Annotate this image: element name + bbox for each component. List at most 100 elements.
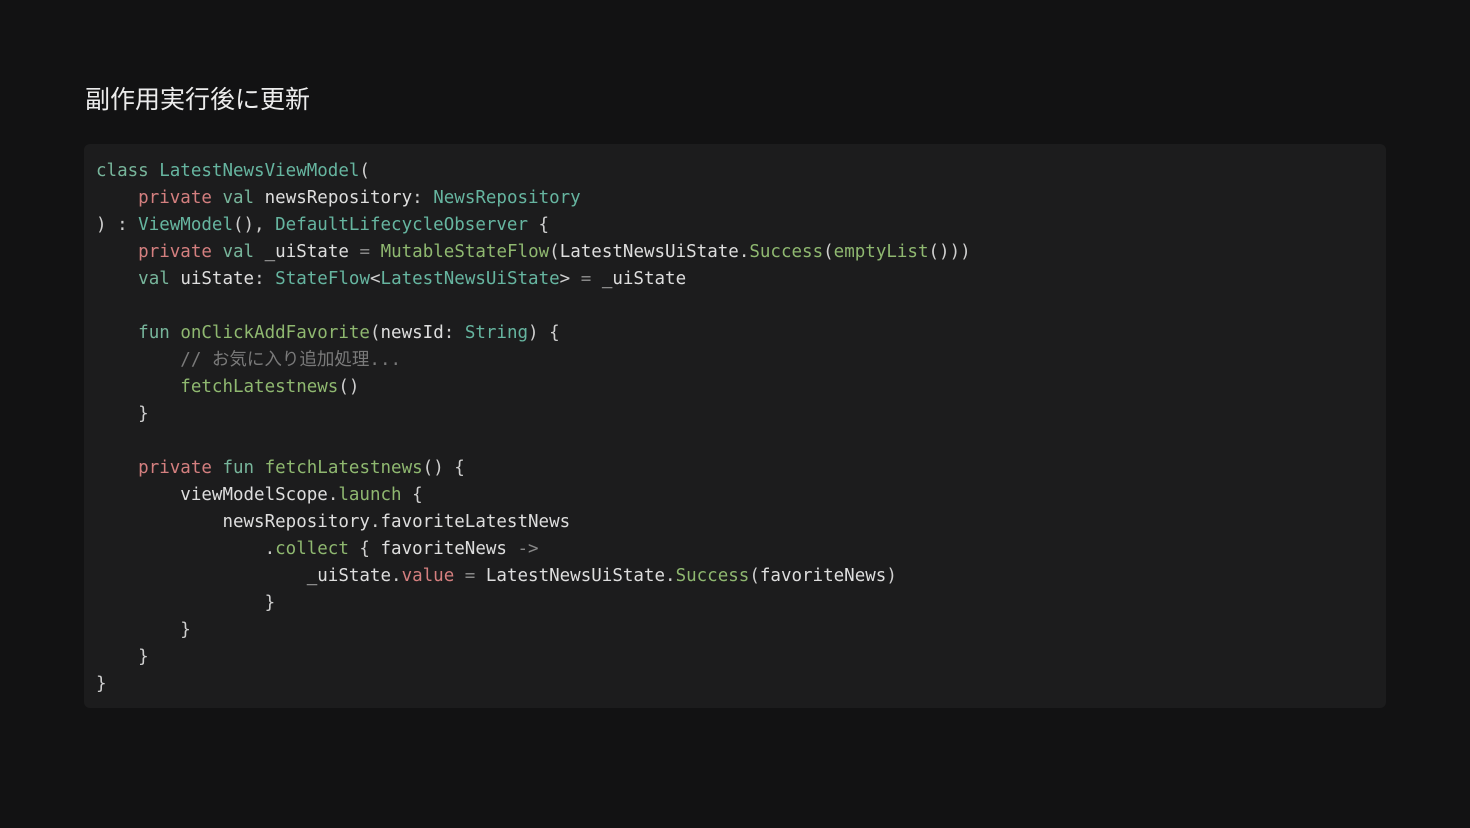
code-operator-token: = xyxy=(359,242,371,262)
code-punctuation-token: ( xyxy=(549,242,560,262)
code-type-token: StateFlow xyxy=(275,269,370,289)
code-function-token: emptyList xyxy=(833,242,929,262)
code-punctuation-token: { xyxy=(348,539,381,559)
code-type-token: ViewModel xyxy=(138,215,233,235)
slide-title: 副作用実行後に更新 xyxy=(85,85,311,114)
code-whitespace-token xyxy=(507,539,518,559)
code-whitespace-token xyxy=(96,269,138,289)
code-line: private val _uiState = MutableStateFlow(… xyxy=(96,239,1386,266)
code-whitespace-token xyxy=(254,242,265,262)
code-whitespace-token xyxy=(96,350,180,370)
code-punctuation-token: ( xyxy=(369,323,381,343)
code-operator-token: = xyxy=(464,566,476,586)
code-punctuation-token: ) xyxy=(886,566,897,586)
code-punctuation-token: : xyxy=(443,323,465,343)
code-line: newsRepository.favoriteLatestNews xyxy=(96,509,1386,536)
code-whitespace-token xyxy=(170,269,181,289)
code-whitespace-token xyxy=(254,458,265,478)
code-line: class LatestNewsViewModel( xyxy=(96,158,1386,185)
code-whitespace-token xyxy=(96,188,138,208)
code-punctuation-token: } xyxy=(264,593,276,613)
code-line: private fun fetchLatestnews() { xyxy=(96,455,1386,482)
code-line: } xyxy=(96,590,1386,617)
code-line: } xyxy=(96,617,1386,644)
code-whitespace-token xyxy=(96,566,307,586)
code-line: _uiState.value = LatestNewsUiState.Succe… xyxy=(96,563,1386,590)
code-function-token: onClickAddFavorite xyxy=(180,323,370,343)
code-keyword-token: private xyxy=(138,458,212,478)
code-keyword-token: fun xyxy=(222,458,255,478)
code-keyword-token: private xyxy=(138,242,212,262)
code-line: ) : ViewModel(), DefaultLifecycleObserve… xyxy=(96,212,1386,239)
code-line: // お気に入り追加処理... xyxy=(96,347,1386,374)
code-keyword-token: class xyxy=(96,161,149,181)
code-whitespace-token xyxy=(212,242,223,262)
code-whitespace-token xyxy=(370,242,381,262)
code-identifier-token: _uiState xyxy=(264,242,349,262)
code-function-token: Success xyxy=(675,566,750,586)
code-identifier-token: _uiState xyxy=(306,566,392,586)
code-function-token: fetchLatestnews xyxy=(180,377,339,397)
code-keyword-token: val xyxy=(138,269,170,289)
code-punctuation-token: . xyxy=(369,512,381,532)
code-keyword-token: val xyxy=(222,242,255,262)
code-identifier-token: viewModelScope xyxy=(180,485,328,505)
code-keyword-token: private xyxy=(138,188,212,208)
code-punctuation-token: . xyxy=(665,566,676,586)
code-punctuation-token: () xyxy=(338,377,360,397)
code-punctuation-token: : xyxy=(254,269,276,289)
code-whitespace-token xyxy=(96,593,265,613)
code-identifier-token: newsRepository xyxy=(222,512,370,532)
code-punctuation-token: . xyxy=(327,485,339,505)
code-identifier-token: _uiState xyxy=(601,269,687,289)
code-keyword-token: val xyxy=(222,188,255,208)
code-type-token: LatestNewsUiState xyxy=(380,269,560,289)
code-keyword-token: value xyxy=(401,566,455,586)
code-identifier-token: uiState xyxy=(180,269,255,289)
code-punctuation-token: { xyxy=(401,485,423,505)
code-punctuation-token: ) : xyxy=(96,215,139,235)
code-whitespace-token xyxy=(96,404,138,424)
code-line: fun onClickAddFavorite(newsId: String) { xyxy=(96,320,1386,347)
code-punctuation-token: < xyxy=(369,269,381,289)
code-block: class LatestNewsViewModel( private val n… xyxy=(84,144,1386,708)
code-whitespace-token xyxy=(96,458,138,478)
code-type-token: DefaultLifecycleObserver xyxy=(275,215,529,235)
code-whitespace-token xyxy=(96,242,138,262)
code-comment-token: // お気に入り追加処理... xyxy=(180,350,402,370)
code-line: fetchLatestnews() xyxy=(96,374,1386,401)
code-lines: class LatestNewsViewModel( private val n… xyxy=(96,158,1386,698)
code-whitespace-token xyxy=(170,323,181,343)
code-identifier-token: favoriteLatestNews xyxy=(380,512,571,532)
code-punctuation-token: : xyxy=(412,188,434,208)
code-whitespace-token xyxy=(96,647,138,667)
code-whitespace-token xyxy=(349,242,360,262)
code-punctuation-token: > xyxy=(559,269,581,289)
code-whitespace-token xyxy=(454,566,465,586)
code-line: private val newsRepository: NewsReposito… xyxy=(96,185,1386,212)
code-punctuation-token: } xyxy=(180,620,191,640)
code-whitespace-token xyxy=(254,188,265,208)
code-function-token: collect xyxy=(275,539,349,559)
code-punctuation-token: ) { xyxy=(528,323,560,343)
code-punctuation-token: . xyxy=(738,242,750,262)
code-whitespace-token xyxy=(96,620,180,640)
code-whitespace-token xyxy=(212,188,223,208)
code-type-token: String xyxy=(464,323,529,343)
code-line: } xyxy=(96,401,1386,428)
code-operator-token: = xyxy=(580,269,592,289)
code-identifier-token: LatestNewsUiState xyxy=(485,566,666,586)
code-function-token: launch xyxy=(338,485,402,505)
code-whitespace-token xyxy=(96,377,180,397)
code-whitespace-token xyxy=(96,323,138,343)
code-punctuation-token: ( xyxy=(749,566,760,586)
code-whitespace-token xyxy=(475,566,486,586)
code-whitespace-token xyxy=(96,539,265,559)
code-line: } xyxy=(96,671,1386,698)
code-punctuation-token: (), xyxy=(232,215,276,235)
code-function-token: Success xyxy=(749,242,824,262)
code-type-token: NewsRepository xyxy=(433,188,581,208)
code-punctuation-token: } xyxy=(138,647,149,667)
